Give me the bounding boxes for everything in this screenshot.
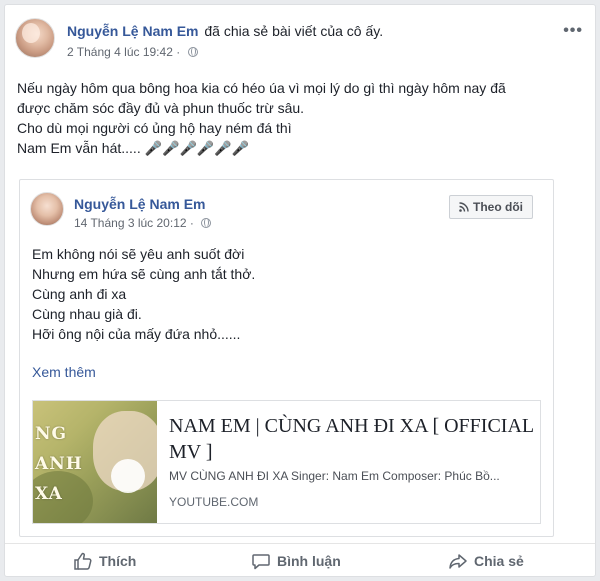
meta-separator: ·	[176, 45, 181, 59]
share-arrow-icon	[449, 554, 467, 569]
comment-button[interactable]: Bình luận	[251, 550, 341, 572]
author-line: Nguyễn Lệ Nam Em đã chia sẻ bài viết của…	[67, 23, 383, 39]
rss-icon	[459, 202, 469, 212]
author-name-link[interactable]: Nguyễn Lệ Nam Em	[67, 23, 198, 39]
author-avatar[interactable]	[15, 18, 55, 58]
post-meta: 2 Tháng 4 lúc 19:42 ·	[67, 45, 198, 59]
shared-author-name-link[interactable]: Nguyễn Lệ Nam Em	[74, 196, 205, 212]
like-button[interactable]: Thích	[73, 550, 136, 572]
link-preview[interactable]: NG ANH XA NAM EM | CÙNG ANH ĐI XA [ OFFI…	[32, 400, 541, 524]
shared-text-line: Cùng anh đi xa	[32, 286, 127, 302]
thumbnail-text: NG ANH XA	[35, 419, 83, 509]
globe-icon[interactable]	[187, 47, 198, 57]
shared-text-line: Hỡi ông nội của mấy đứa nhỏ......	[32, 326, 241, 342]
post-text-line: được chăm sóc đầy đủ và phun thuốc trừ s…	[17, 100, 305, 116]
shared-post-text: Em không nói sẽ yêu anh suốt đời Nhưng e…	[32, 244, 255, 344]
shared-post-timestamp[interactable]: 14 Tháng 3 lúc 20:12	[74, 216, 187, 230]
post-text-line: Nếu ngày hôm qua bông hoa kia có héo úa …	[17, 80, 506, 96]
share-action-text: đã chia sẻ bài viết của cô ấy.	[204, 23, 384, 39]
thumbs-up-icon	[74, 552, 92, 570]
action-bar: Thích Bình luận Chia sẻ	[5, 543, 595, 576]
shared-post: Nguyễn Lệ Nam Em 14 Tháng 3 lúc 20:12 · …	[19, 179, 554, 537]
follow-label: Theo dõi	[473, 200, 523, 214]
shared-author-avatar[interactable]	[30, 192, 64, 226]
more-options-button[interactable]: •••	[563, 22, 583, 40]
shared-text-line: Em không nói sẽ yêu anh suốt đời	[32, 246, 245, 262]
shared-text-line: Nhưng em hứa sẽ cùng anh tắt thở.	[32, 266, 256, 282]
follow-button[interactable]: Theo dõi	[449, 195, 533, 219]
see-more-link[interactable]: Xem thêm	[32, 364, 96, 380]
post-header: Nguyễn Lệ Nam Em đã chia sẻ bài viết của…	[15, 18, 583, 62]
share-button[interactable]: Chia sẻ	[448, 550, 524, 572]
thumbnail-text-line: NG	[35, 424, 68, 444]
link-description: MV CÙNG ANH ĐI XA Singer: Nam Em Compose…	[169, 469, 500, 483]
share-label: Chia sẻ	[474, 553, 524, 569]
post-text-line: Cho dù mọi người có ủng hộ hay ném đá th…	[17, 120, 292, 136]
comment-icon	[252, 554, 270, 570]
thumbnail-text-line: XA	[35, 484, 63, 504]
like-label: Thích	[99, 553, 137, 569]
post-text-line: Nam Em vẫn hát..... 🎤🎤🎤🎤🎤🎤	[17, 140, 250, 156]
globe-icon[interactable]	[201, 218, 212, 228]
video-thumbnail[interactable]: NG ANH XA	[33, 401, 157, 523]
link-title[interactable]: NAM EM | CÙNG ANH ĐI XA [ OFFICIAL MV ]	[169, 413, 534, 465]
thumbnail-text-line: ANH	[35, 454, 83, 474]
link-domain: YOUTUBE.COM	[169, 495, 259, 509]
thumbnail-shape	[111, 459, 145, 493]
meta-separator: ·	[189, 216, 194, 230]
post-text: Nếu ngày hôm qua bông hoa kia có héo úa …	[17, 78, 585, 158]
post-card: Nguyễn Lệ Nam Em đã chia sẻ bài viết của…	[4, 4, 596, 577]
post-timestamp[interactable]: 2 Tháng 4 lúc 19:42	[67, 45, 173, 59]
shared-post-meta: 14 Tháng 3 lúc 20:12 ·	[74, 216, 212, 230]
shared-text-line: Cùng nhau già đi.	[32, 306, 142, 322]
comment-label: Bình luận	[277, 553, 341, 569]
